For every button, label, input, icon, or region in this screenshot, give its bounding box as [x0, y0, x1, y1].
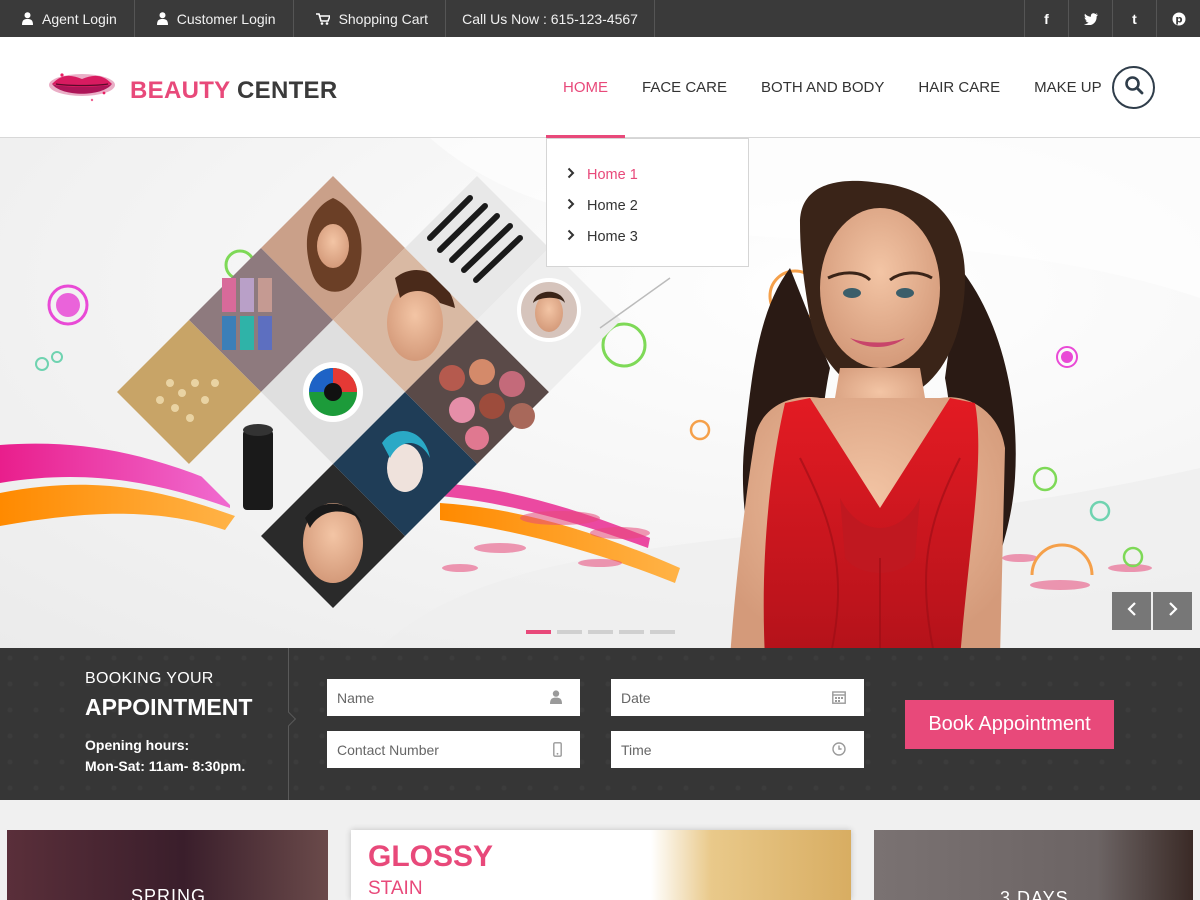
shopping-cart-label: Shopping Cart	[338, 10, 429, 27]
promo-card-glossy[interactable]: GLOSSY STAIN	[351, 830, 851, 900]
promo-card-title: GLOSSY	[368, 840, 494, 873]
name-placeholder: Name	[337, 689, 375, 706]
slider-dot[interactable]	[650, 630, 675, 634]
slider-dot[interactable]	[588, 630, 613, 634]
promo-card-spring[interactable]: SPRING	[7, 830, 328, 900]
phone-number: Call Us Now : 615-123-4567	[446, 0, 655, 37]
nav-item-hair-care[interactable]: HAIR CARE	[901, 37, 1017, 138]
contact-placeholder: Contact Number	[337, 741, 439, 758]
slider-dot[interactable]	[619, 630, 644, 634]
brand-name: BEAUTY CENTER	[130, 77, 338, 105]
facebook-icon[interactable]: f	[1024, 0, 1068, 37]
slider-next-button[interactable]	[1153, 592, 1192, 630]
promo-card-title: SPRING	[131, 886, 207, 900]
search-icon	[1124, 75, 1144, 100]
nav-item-both-and-body[interactable]: BOTH AND BODY	[744, 37, 901, 138]
opening-hours: Opening hours: Mon-Sat: 11am- 8:30pm.	[85, 735, 252, 777]
twitter-icon[interactable]	[1068, 0, 1112, 37]
dropdown-item-home-3[interactable]: Home 3	[547, 221, 748, 252]
slider-pagination	[526, 630, 675, 634]
site-logo[interactable]: BEAUTY CENTER	[48, 67, 338, 114]
slider-dot[interactable]	[526, 630, 551, 634]
customer-login-link[interactable]: Customer Login	[135, 0, 294, 37]
contact-number-field[interactable]: Contact Number	[327, 731, 580, 768]
chevron-right-icon	[1168, 601, 1178, 622]
brand-name-part2: CENTER	[237, 76, 338, 104]
dropdown-item-home-2[interactable]: Home 2	[547, 190, 748, 221]
promo-card-subtitle: STAIN	[368, 878, 423, 899]
cart-icon	[315, 12, 330, 25]
tumblr-icon[interactable]: t	[1112, 0, 1156, 37]
promo-card-title: 3 DAYS	[1000, 888, 1069, 900]
chevron-left-icon	[1126, 601, 1137, 622]
booking-heading-line1: BOOKING YOUR	[85, 670, 214, 687]
opening-hours-value: Mon-Sat: 11am- 8:30pm.	[85, 758, 246, 774]
svg-text:p: p	[1175, 14, 1182, 25]
clock-icon	[832, 742, 846, 759]
divider-arrow	[281, 711, 297, 727]
date-field[interactable]: Date	[611, 679, 864, 716]
time-field[interactable]: Time	[611, 731, 864, 768]
main-nav: HOME FACE CARE BOTH AND BODY HAIR CARE M…	[546, 37, 1119, 138]
mobile-phone-icon	[553, 742, 562, 760]
promo-section: SPRING GLOSSY STAIN 3 DAYS	[0, 800, 1200, 900]
lips-logo-icon	[48, 67, 116, 114]
user-icon	[22, 12, 33, 25]
book-appointment-button[interactable]: Book Appointment	[905, 700, 1114, 749]
nav-item-home[interactable]: HOME	[546, 37, 625, 138]
nav-item-make-up[interactable]: MAKE UP	[1017, 37, 1119, 138]
slider-prev-button[interactable]	[1112, 592, 1151, 630]
pinterest-icon[interactable]: p	[1156, 0, 1200, 37]
opening-hours-label: Opening hours:	[85, 737, 190, 753]
social-links: f t p	[1024, 0, 1200, 37]
agent-login-link[interactable]: Agent Login	[0, 0, 135, 37]
chevron-right-icon	[567, 198, 587, 213]
calendar-icon	[832, 690, 846, 707]
shopping-cart-link[interactable]: Shopping Cart	[294, 0, 447, 37]
agent-login-label: Agent Login	[42, 10, 117, 27]
name-field[interactable]: Name	[327, 679, 580, 716]
date-placeholder: Date	[621, 689, 651, 706]
time-placeholder: Time	[621, 741, 652, 758]
home-dropdown-menu: Home 1 Home 2 Home 3	[546, 138, 749, 267]
user-icon	[550, 690, 562, 707]
top-bar: Agent Login Customer Login Shopping Cart…	[0, 0, 1200, 37]
dropdown-item-label: Home 2	[587, 197, 638, 214]
dropdown-item-home-1[interactable]: Home 1	[547, 159, 748, 190]
site-header: BEAUTY CENTER HOME FACE CARE BOTH AND BO…	[0, 37, 1200, 138]
search-button[interactable]	[1112, 66, 1155, 109]
chevron-right-icon	[567, 229, 587, 244]
booking-heading-line2: APPOINTMENT	[85, 694, 253, 720]
chevron-right-icon	[567, 167, 587, 182]
booking-section: BOOKING YOUR APPOINTMENT Opening hours: …	[0, 648, 1200, 800]
promo-card-3-days[interactable]: 3 DAYS	[874, 830, 1193, 900]
dropdown-item-label: Home 3	[587, 228, 638, 245]
user-icon	[156, 12, 168, 25]
customer-login-label: Customer Login	[176, 10, 276, 27]
booking-info: BOOKING YOUR APPOINTMENT Opening hours: …	[85, 670, 252, 777]
dropdown-item-label: Home 1	[587, 166, 638, 183]
nav-item-face-care[interactable]: FACE CARE	[625, 37, 744, 138]
brand-name-part1: BEAUTY	[130, 76, 231, 104]
slider-dot[interactable]	[557, 630, 582, 634]
